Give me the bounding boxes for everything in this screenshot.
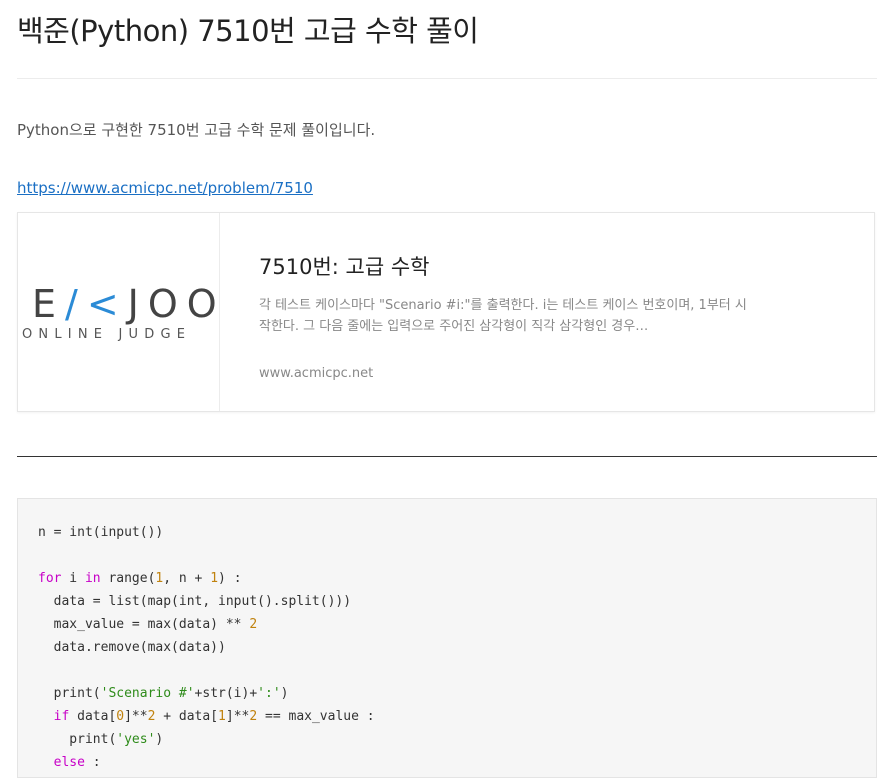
page-title: 백준(Python) 7510번 고급 수학 풀이 — [17, 14, 479, 48]
code-line: data = list(map(int, input().split())) — [38, 590, 856, 613]
code-token: ':' — [257, 686, 281, 701]
code-block: n = int(input()) for i in range(1, n + 1)… — [17, 498, 877, 778]
code-token: 0 — [116, 709, 125, 724]
code-token: in — [84, 571, 101, 586]
card-description: 각 테스트 케이스마다 "Scenario #i:"를 출력한다. i는 테스트… — [259, 298, 747, 334]
code-line: max_value = max(data) ** 2 — [38, 613, 856, 636]
code-token: print( — [38, 686, 101, 701]
code-token: data[ — [69, 709, 117, 724]
card-domain: www.acmicpc.net — [259, 366, 374, 381]
code-token: ) : — [218, 571, 242, 586]
code-line: n = int(input()) — [38, 521, 856, 544]
section-divider — [17, 456, 877, 457]
code-line: print('Scenario #'+str(i)+':') — [38, 682, 856, 705]
code-token: 2 — [249, 709, 258, 724]
code-token: i — [61, 571, 85, 586]
code-token: 'Scenario #' — [100, 686, 195, 701]
title-divider — [17, 78, 877, 79]
code-token: n = int(input()) — [38, 525, 164, 540]
code-line: else : — [38, 751, 856, 774]
logo-wordmark: E/<JOO — [32, 282, 226, 326]
code-token: print( — [38, 732, 117, 747]
code-line: for i in range(1, n + 1) : — [38, 567, 856, 590]
code-token: 1 — [210, 571, 219, 586]
code-token: if — [53, 709, 70, 724]
card-title[interactable]: 7510번: 고급 수학 — [259, 253, 429, 281]
code-token: 1 — [218, 709, 226, 724]
code-token: ) — [280, 686, 289, 701]
code-token: 2 — [249, 617, 258, 632]
blog-post: 백준(Python) 7510번 고급 수학 풀이 Python으로 구현한 7… — [0, 0, 894, 778]
code-line: data.remove(max(data)) — [38, 636, 856, 659]
code-token: max_value = max(data) ** — [38, 617, 250, 632]
code-token: ]** — [225, 709, 250, 724]
code-token: ) — [155, 732, 164, 747]
code-token: : — [84, 755, 101, 770]
code-token: +str(i)+ — [194, 686, 258, 701]
code-line: if data[0]**2 + data[1]**2 == max_value … — [38, 705, 856, 728]
code-token: 'yes' — [116, 732, 156, 747]
code-token: data.remove(max(data)) — [38, 640, 226, 655]
code-token: else — [53, 755, 85, 770]
code-token: range( — [100, 571, 156, 586]
logo-subtitle: ONLINE JUDGE — [22, 327, 192, 342]
problem-link[interactable]: https://www.acmicpc.net/problem/7510 — [17, 177, 313, 199]
code-token: + data[ — [155, 709, 219, 724]
link-preview-card[interactable]: E/<JOO ONLINE JUDGE 7510번: 고급 수학 각 테스트 케… — [17, 212, 875, 412]
baekjoon-logo: E/<JOO ONLINE JUDGE — [18, 213, 220, 411]
code-token: , n + — [163, 571, 211, 586]
code-token: ]** — [124, 709, 148, 724]
code-line: print('yes') — [38, 728, 856, 751]
intro-text: Python으로 구현한 7510번 고급 수학 문제 풀이입니다. — [17, 121, 376, 139]
code-token: == max_value : — [257, 709, 375, 724]
code-token: for — [38, 571, 62, 586]
code-token: data = list(map(int, input().split())) — [38, 594, 352, 609]
